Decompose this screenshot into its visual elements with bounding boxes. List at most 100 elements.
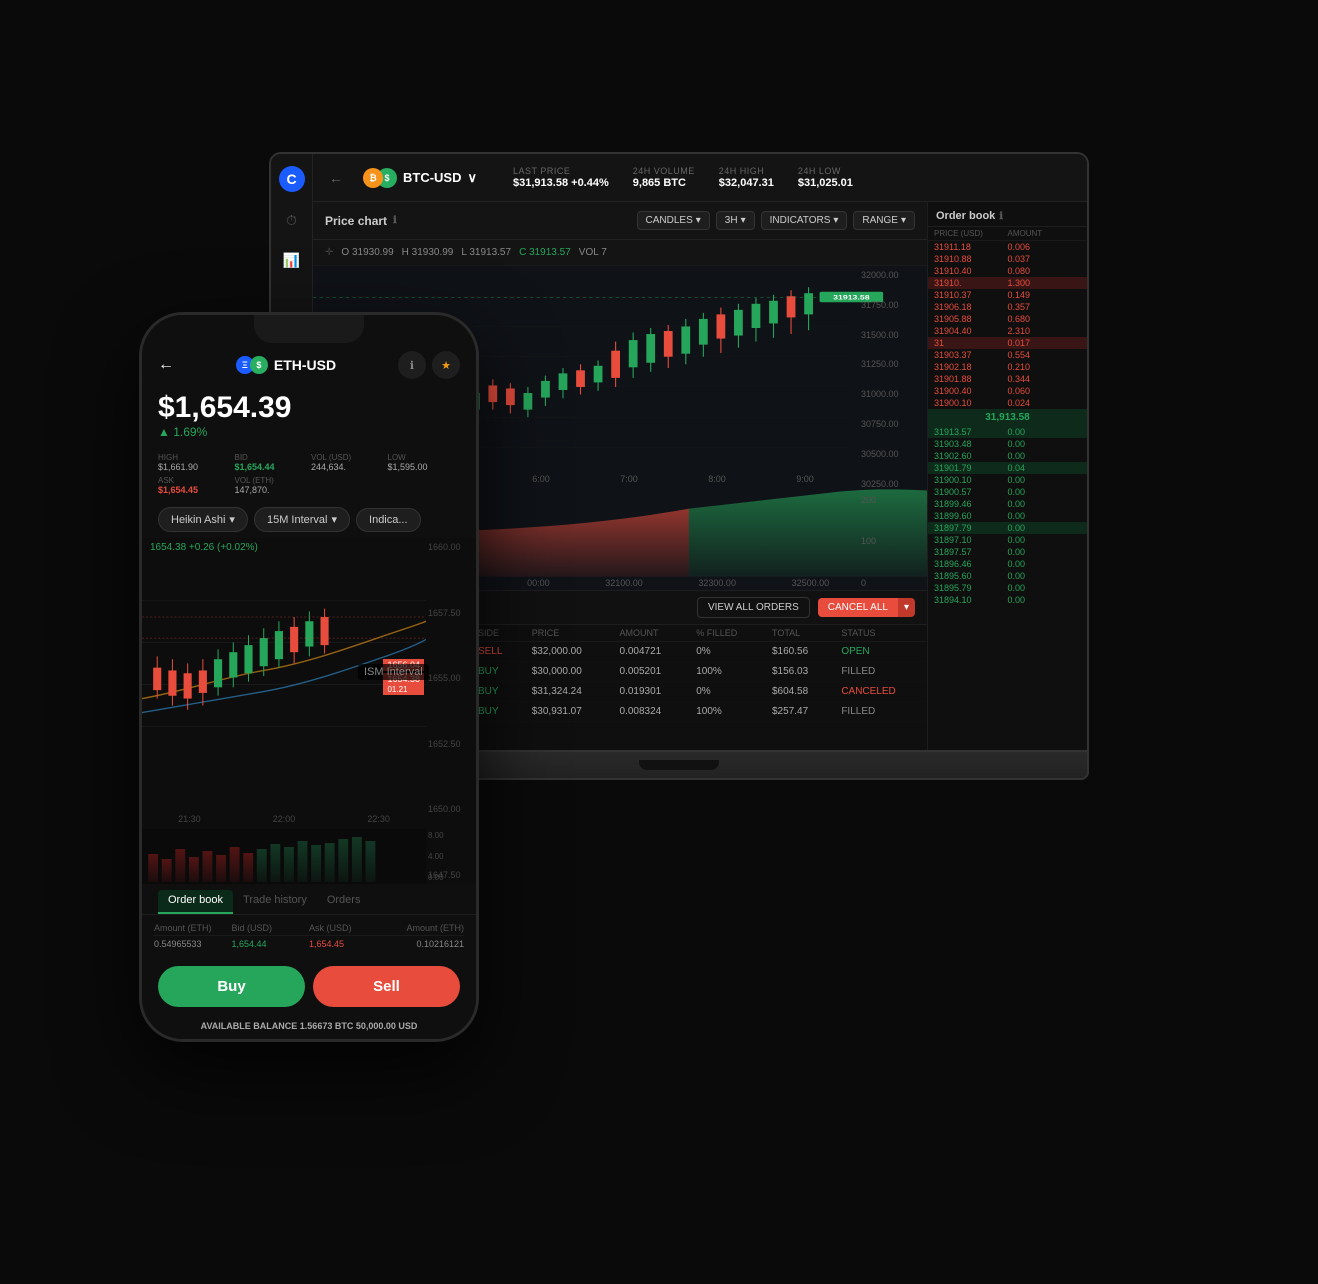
- cell-total: $257.47: [764, 702, 833, 722]
- bottom-label: 32300.00: [698, 578, 736, 588]
- range-button[interactable]: RANGE ▾: [853, 211, 915, 230]
- ob-amount2: 0.10216121: [387, 939, 465, 949]
- ob-bid-row: 31899.600.00: [928, 510, 1087, 522]
- candles-button[interactable]: CANDLES ▾: [637, 211, 710, 230]
- phone-ob-col-bid: Bid (USD): [232, 923, 310, 933]
- vol-4: 4.00: [428, 852, 474, 861]
- sidebar-logo[interactable]: C: [279, 166, 305, 192]
- cancel-all-button[interactable]: CANCEL ALL: [818, 598, 898, 617]
- coin-icons: ₿ $: [363, 168, 397, 188]
- phone-chart-area[interactable]: 1654.38 +0.26 (+0.02%): [142, 538, 476, 884]
- star-button[interactable]: ★: [432, 351, 460, 379]
- ohlc-vol: VOL 7: [579, 247, 607, 258]
- cell-total: $160.56: [764, 642, 833, 662]
- volume-value: 9,865 BTC: [633, 177, 695, 189]
- ob-bid-price: 31897.57: [934, 547, 1008, 557]
- ob-ask-price: 31906.18: [934, 302, 1008, 312]
- bottom-label: 32500.00: [792, 578, 830, 588]
- tab-orders[interactable]: Orders: [317, 890, 371, 914]
- high-value: $1,661.90: [158, 462, 231, 472]
- low-label: 24H LOW: [798, 166, 853, 176]
- sell-button[interactable]: Sell: [313, 966, 460, 1007]
- bid-label: BID: [235, 453, 308, 462]
- phone-coin-icons: Ξ $: [236, 356, 268, 374]
- phone-stat-high: HIGH $1,661.90: [158, 453, 231, 472]
- ob-bid-price: 31896.46: [934, 559, 1008, 569]
- col-status: STATUS: [833, 625, 927, 642]
- ob-bid-row: 31897.570.00: [928, 546, 1087, 558]
- price-label: 31500.00: [861, 330, 923, 340]
- trading-pair[interactable]: ₿ $ BTC-USD ∨: [363, 168, 477, 188]
- phone-price-change: ▲ 1.69%: [158, 425, 460, 439]
- cell-amount: 0.019301: [612, 682, 689, 702]
- ob-ask-row: 31901.880.344: [928, 373, 1087, 385]
- info-icon: ℹ: [393, 215, 397, 226]
- cell-total: $604.58: [764, 682, 833, 702]
- ohlc-o: O 31930.99: [341, 247, 393, 258]
- tab-trade-history[interactable]: Trade history: [233, 890, 317, 914]
- view-all-orders-button[interactable]: VIEW ALL ORDERS: [697, 597, 810, 618]
- ob-ask-amount: 0.017: [1008, 338, 1082, 348]
- ob-ask-price: 31911.18: [934, 242, 1008, 252]
- back-button[interactable]: ←: [329, 170, 343, 186]
- info-button[interactable]: ℹ: [398, 351, 426, 379]
- cell-filled: 100%: [688, 662, 764, 682]
- ob-bid-amount: 0.00: [1008, 427, 1082, 437]
- phone-ob-row: 0.54965533 1,654.44 1,654.45 0.10216121: [154, 938, 464, 950]
- indicators-button[interactable]: INDICATORS ▾: [761, 211, 848, 230]
- time-label: 6:00: [532, 474, 550, 484]
- cell-status: FILLED: [833, 662, 927, 682]
- high-label: HIGH: [158, 453, 231, 462]
- vol-8: 8.00: [428, 831, 474, 840]
- ob-amount-col: AMOUNT: [1008, 229, 1082, 238]
- phone-ob-headers: Amount (ETH) Bid (USD) Ask (USD) Amount …: [154, 921, 464, 936]
- ohlc-row: ✛ O 31930.99 H 31930.99 L 31913.57 C 319…: [313, 240, 927, 266]
- col-total: TOTAL: [764, 625, 833, 642]
- ob-ask-amount: 0.149: [1008, 290, 1082, 300]
- ob-ask-price: 31903.37: [934, 350, 1008, 360]
- tab-order-book[interactable]: Order book: [158, 890, 233, 914]
- phone-notch: [254, 315, 364, 343]
- stat-low: 24H LOW $31,025.01: [798, 166, 853, 189]
- desktop-header: ← ₿ $ BTC-USD ∨ LAST PRICE: [313, 154, 1087, 202]
- interval-button[interactable]: 15M Interval ▾: [254, 507, 350, 532]
- cell-price: $30,931.07: [524, 702, 612, 722]
- ob-ask-row: 31910.880.037: [928, 253, 1087, 265]
- ob-bid-price: 31897.10: [934, 535, 1008, 545]
- buy-button[interactable]: Buy: [158, 966, 305, 1007]
- ob-ask-amount: 0.210: [1008, 362, 1082, 372]
- phone-orderbook: Amount (ETH) Bid (USD) Ask (USD) Amount …: [142, 915, 476, 956]
- phone-back-button[interactable]: ←: [158, 356, 174, 374]
- vol-label: 200: [861, 495, 923, 505]
- balance-label: AVAILABLE BALANCE: [201, 1021, 298, 1031]
- usd-phone-icon: $: [250, 356, 268, 374]
- ob-price-col: PRICE (USD): [934, 229, 1008, 238]
- ob-ask-row: 31910.1.300: [928, 277, 1087, 289]
- cell-filled: 0%: [688, 682, 764, 702]
- chart-icon[interactable]: 📊: [280, 248, 304, 272]
- ob-info-icon: ℹ: [999, 211, 1003, 222]
- ask-value: $1,654.45: [158, 485, 231, 495]
- header-stats: LAST PRICE $31,913.58 +0.44% 24H VOLUME …: [513, 166, 853, 189]
- ob-bid-row: 31901.790.04: [928, 462, 1087, 474]
- interval-button[interactable]: 3H ▾: [716, 211, 755, 230]
- cancel-dropdown-button[interactable]: ▾: [898, 598, 915, 617]
- order-book-panel: Order book ℹ PRICE (USD) AMOUNT 31911.18…: [927, 202, 1087, 750]
- price-label: 31750.00: [861, 300, 923, 310]
- ob-bid-price: 31895.60: [934, 571, 1008, 581]
- phone-ob-col-amount2: Amount (ETH): [387, 923, 465, 933]
- chart-type-button[interactable]: Heikin Ashi ▾: [158, 507, 248, 532]
- phone-volume-area: [142, 829, 426, 884]
- phone-indicators-button[interactable]: Indica...: [356, 508, 421, 532]
- ob-bid-row: 31913.570.00: [928, 426, 1087, 438]
- ob-bid-price: 31899.46: [934, 499, 1008, 509]
- phone-main-price: $1,654.39: [158, 391, 460, 425]
- ob-ask-amount: 1.300: [1008, 278, 1082, 288]
- ob-bid-price: 31901.79: [934, 463, 1008, 473]
- orderbook-title: Order book: [936, 210, 995, 222]
- clock-icon[interactable]: ⏱: [280, 208, 304, 232]
- ob-bid-price: 31900.57: [934, 487, 1008, 497]
- phone-time-label: 22:00: [273, 814, 296, 824]
- ob-ask-row: 31900.400.060: [928, 385, 1087, 397]
- phone-tabs: Order book Trade history Orders: [142, 884, 476, 915]
